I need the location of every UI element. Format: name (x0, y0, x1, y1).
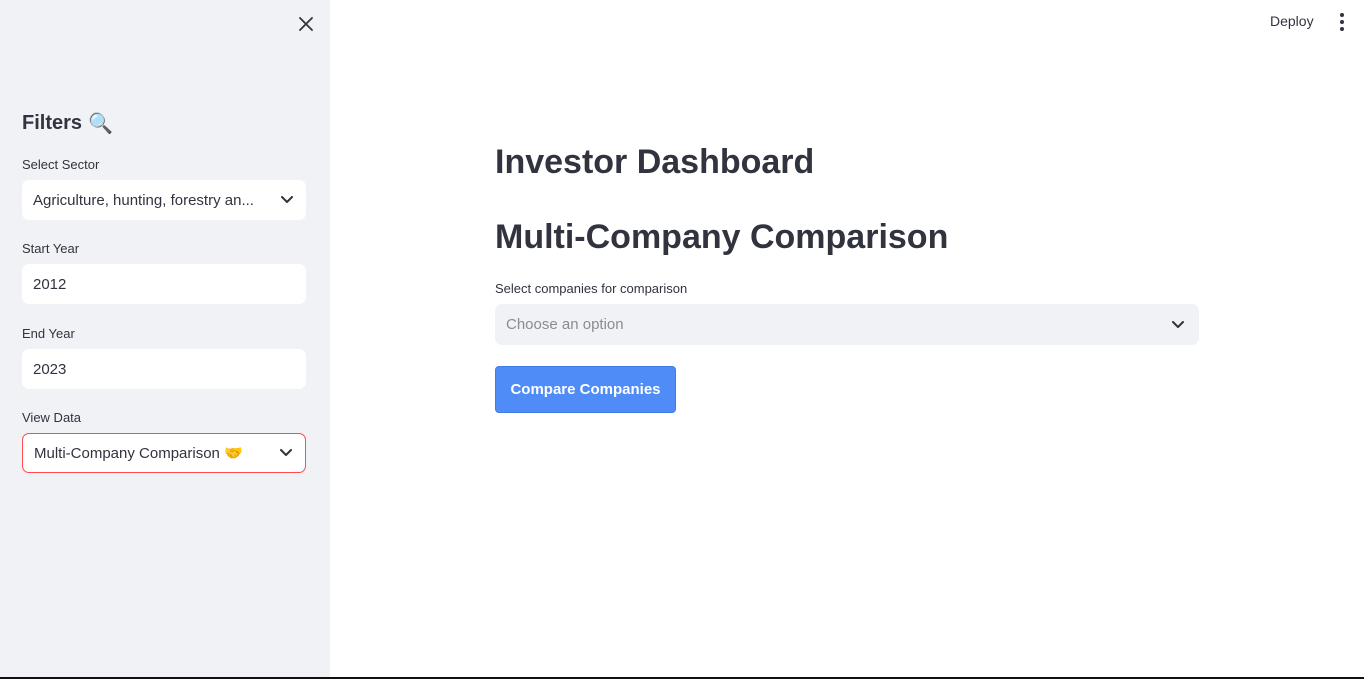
companies-label: Select companies for comparison (495, 281, 688, 296)
close-sidebar-button[interactable] (294, 12, 318, 36)
chevron-down-icon (279, 446, 293, 460)
section-title: Multi-Company Comparison (495, 218, 949, 256)
end-year-value: 2023 (33, 360, 67, 378)
sector-select-value: Agriculture, hunting, forestry an... (33, 191, 254, 209)
close-icon (299, 17, 313, 31)
start-year-label: Start Year (22, 241, 80, 256)
end-year-input[interactable]: 2023 (22, 349, 306, 389)
view-data-label: View Data (22, 410, 82, 425)
page-title: Investor Dashboard (495, 143, 815, 181)
companies-placeholder: Choose an option (506, 316, 624, 333)
chevron-down-icon (280, 193, 294, 207)
chevron-down-icon (1171, 318, 1185, 332)
deploy-button[interactable]: Deploy (1270, 13, 1314, 29)
view-data-select[interactable]: Multi-Company Comparison 🤝 (22, 433, 306, 473)
sector-label: Select Sector (22, 157, 100, 172)
sector-select[interactable]: Agriculture, hunting, forestry an... (22, 180, 306, 220)
view-data-select-value: Multi-Company Comparison 🤝 (34, 445, 243, 462)
filters-title: Filters 🔍 (22, 111, 113, 136)
sidebar: Filters 🔍 Select Sector Agriculture, hun… (0, 0, 330, 677)
magnifier-icon: 🔍 (88, 113, 113, 135)
kebab-menu-icon[interactable] (1334, 12, 1350, 32)
companies-multiselect[interactable]: Choose an option (495, 304, 1199, 345)
compare-companies-button[interactable]: Compare Companies (495, 366, 676, 413)
end-year-label: End Year (22, 326, 75, 341)
start-year-value: 2012 (33, 275, 67, 293)
filters-title-text: Filters (22, 112, 83, 134)
start-year-input[interactable]: 2012 (22, 264, 306, 304)
app-root: Filters 🔍 Select Sector Agriculture, hun… (0, 0, 1364, 679)
